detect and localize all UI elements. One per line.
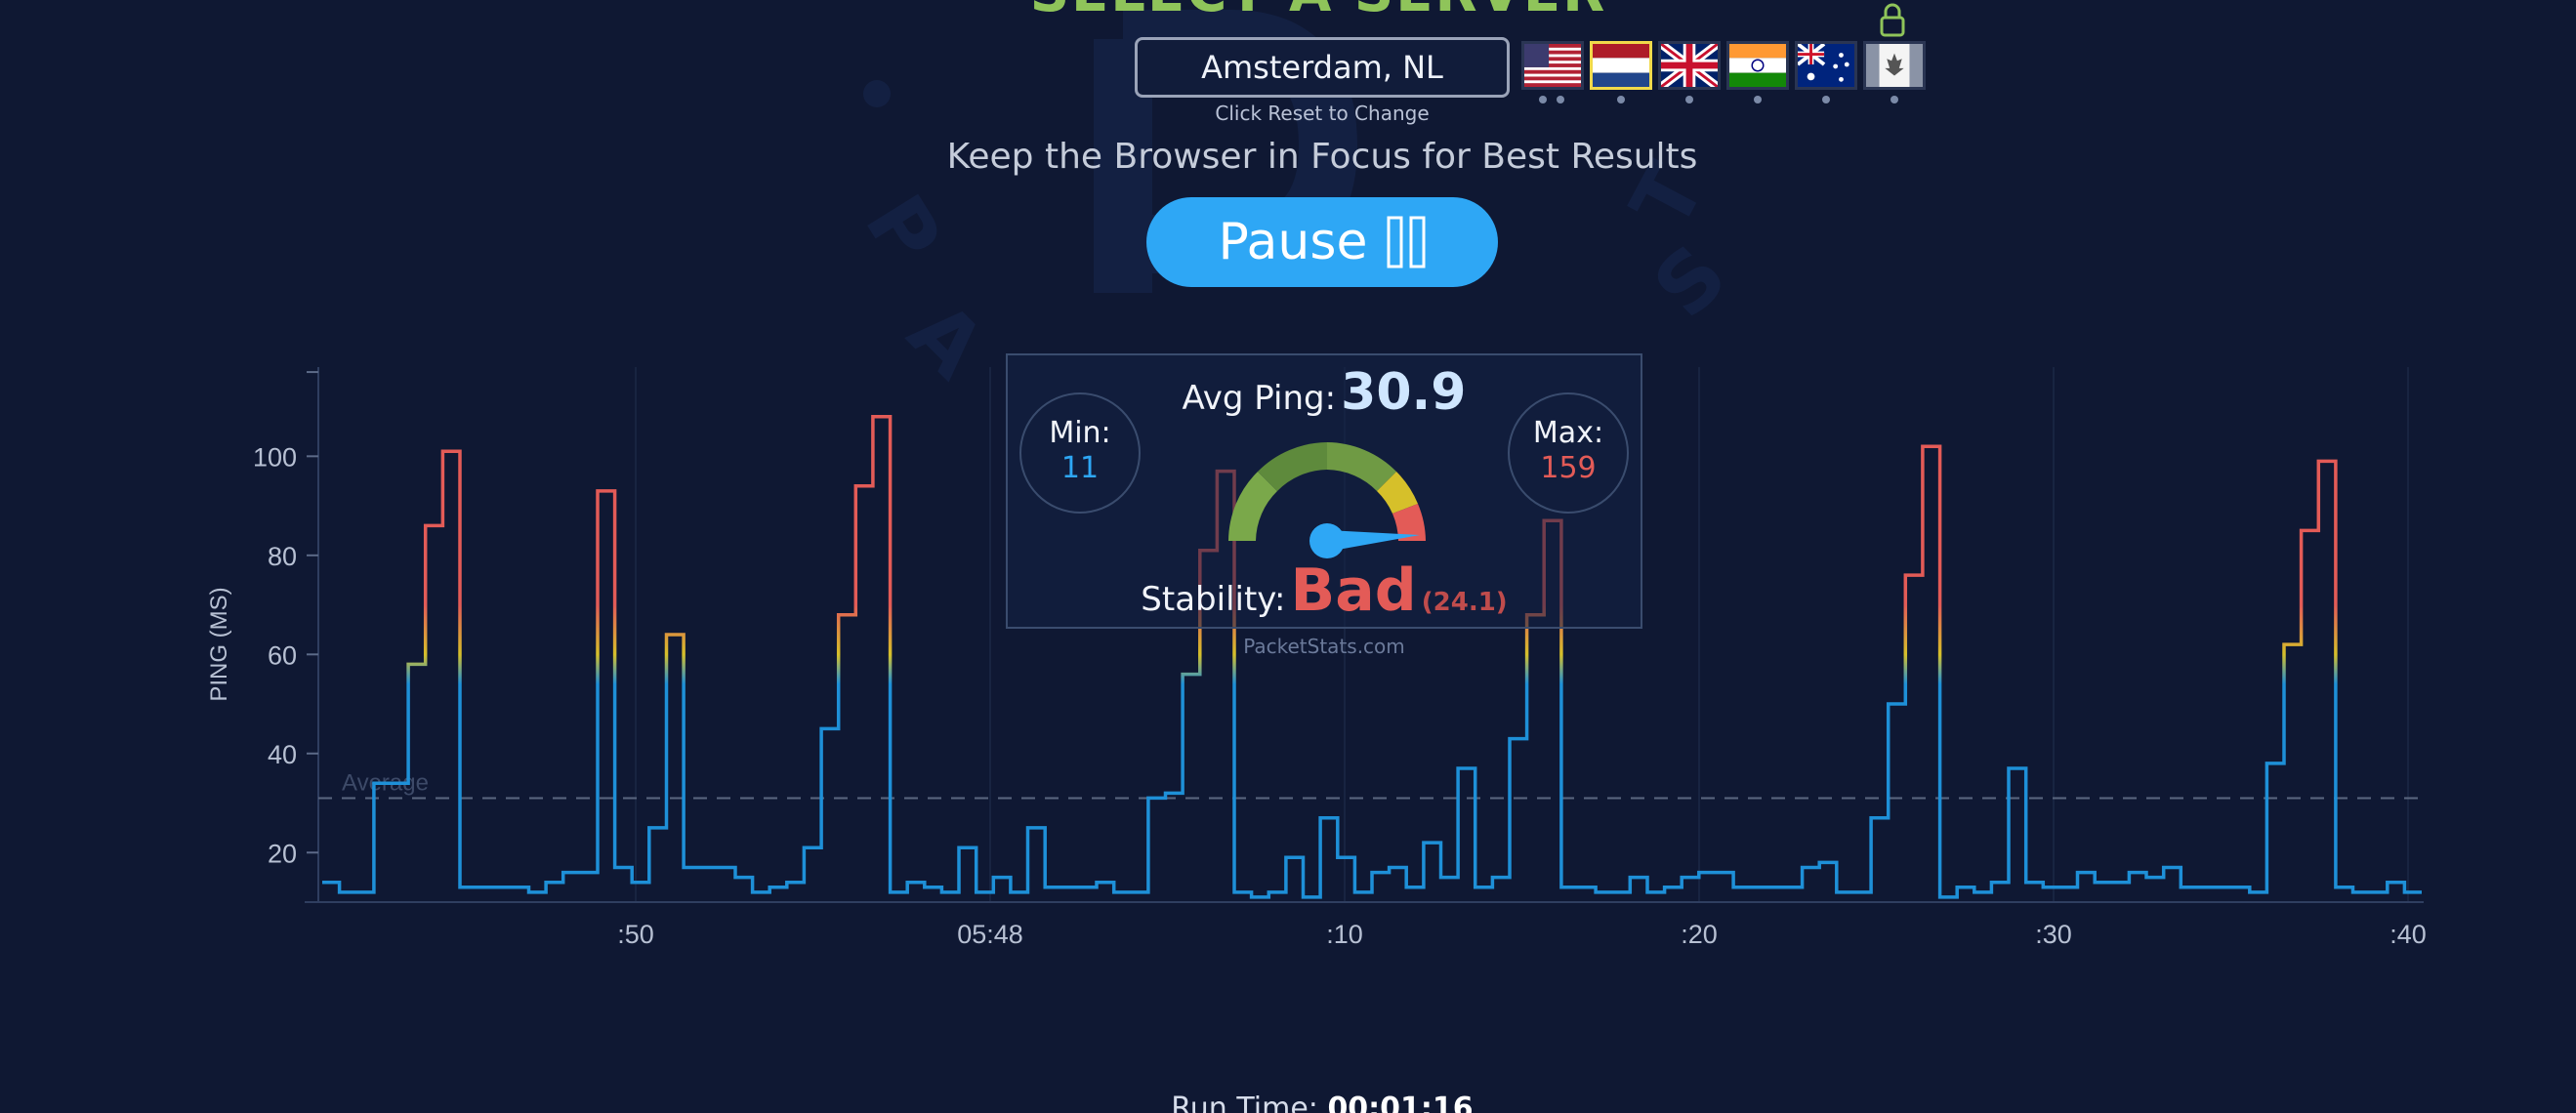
run-time: Run Time: 00:01:16: [976, 1092, 1668, 1113]
x-tick-label: :20: [1681, 920, 1718, 949]
x-tick-label: :50: [617, 920, 654, 949]
max-label: Max:: [1532, 416, 1604, 450]
max-stat: Max: 159: [1508, 392, 1629, 514]
avg-label: Avg Ping:: [1182, 379, 1337, 418]
au-flag-icon[interactable]: [1795, 41, 1857, 90]
y-tick-label: 40: [268, 740, 297, 769]
svg-text:P: P: [847, 179, 960, 280]
y-tick-label: 100: [253, 442, 297, 472]
svg-text:S: S: [1636, 227, 1745, 336]
pause-label: Pause: [1218, 213, 1368, 271]
nl-flag-icon[interactable]: [1590, 41, 1652, 90]
page-title: SELECT A SERVER: [976, 0, 1660, 24]
y-axis-label: PING (MS): [206, 587, 232, 701]
server-select[interactable]: Amsterdam, NL: [1135, 37, 1510, 98]
site-label: PacketStats.com: [1243, 635, 1405, 658]
in-flag-icon[interactable]: [1726, 41, 1789, 90]
min-value: 11: [1060, 451, 1100, 485]
us-flag-icon[interactable]: [1521, 41, 1584, 90]
y-tick-label: 20: [268, 839, 297, 868]
uk-flag-icon[interactable]: [1658, 41, 1721, 90]
pause-icon: [1387, 216, 1426, 268]
y-tick-label: 80: [268, 542, 297, 571]
stability: Stability: Bad (24.1): [1008, 556, 1641, 625]
lock-icon[interactable]: [1879, 2, 1906, 37]
x-tick-label: :30: [2035, 920, 2072, 949]
x-tick-label: :40: [2389, 920, 2427, 949]
stability-score: (24.1): [1421, 588, 1508, 617]
max-value: 159: [1540, 451, 1597, 485]
ca-flag-icon[interactable]: [1863, 41, 1926, 90]
stats-panel: Min: 11 Avg Ping: 30.9 Max: 159 Stabilit…: [1006, 353, 1642, 629]
stability-gauge-icon: [1228, 442, 1426, 558]
stability-label: Stability:: [1141, 580, 1286, 619]
run-time-label: Run Time:: [1171, 1092, 1318, 1113]
x-tick-label: 05:48: [957, 920, 1023, 949]
server-name: Amsterdam, NL: [1201, 49, 1443, 86]
server-hint: Click Reset to Change: [1215, 102, 1430, 125]
focus-note: Keep the Browser in Focus for Best Resul…: [946, 137, 1698, 177]
avg-value: 30.9: [1341, 363, 1467, 422]
stability-value: Bad: [1290, 556, 1417, 625]
run-time-value: 00:01:16: [1327, 1092, 1474, 1113]
y-tick-label: 60: [268, 640, 297, 670]
pause-button[interactable]: Pause: [1146, 197, 1498, 287]
x-tick-label: :10: [1326, 920, 1363, 949]
